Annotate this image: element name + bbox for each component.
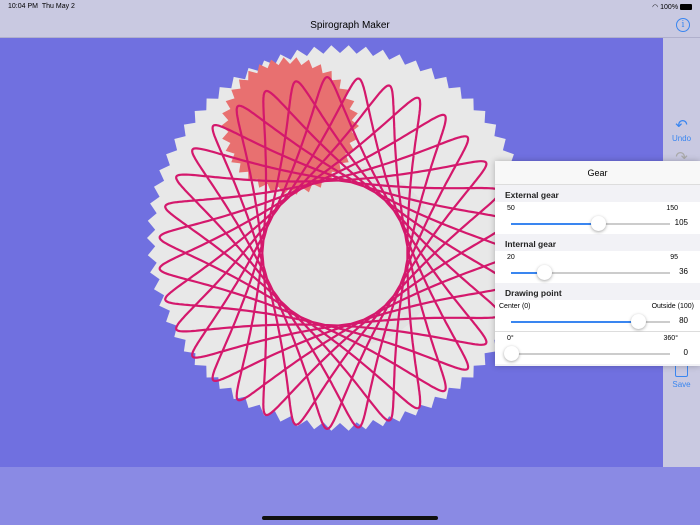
- home-indicator: [262, 516, 438, 520]
- min-label: 0°: [507, 335, 514, 342]
- battery-percent: 100%: [660, 4, 679, 11]
- slider-thumb[interactable]: [591, 216, 607, 231]
- value-label: 105: [674, 218, 688, 227]
- max-label: 150: [666, 205, 678, 212]
- drawing-point-slider[interactable]: Center (0) Outside (100) 80: [495, 300, 700, 332]
- external-gear-label: External gear: [505, 190, 559, 200]
- undo-button[interactable]: ↶ Undo: [663, 116, 700, 143]
- slider-thumb[interactable]: [537, 265, 553, 280]
- angle-slider[interactable]: 0° 360° 0: [495, 332, 700, 364]
- max-label: 95: [670, 254, 678, 261]
- nav-bar: Spirograph Maker i: [0, 12, 700, 38]
- date: Thu May 2: [41, 3, 75, 10]
- save-label: Save: [672, 380, 691, 389]
- internal-gear-label: Internal gear: [505, 239, 557, 249]
- status-bar: 10:04 PM Thu May 2 ◠ 100%: [0, 0, 700, 12]
- battery-icon: [680, 4, 692, 11]
- info-icon[interactable]: i: [676, 18, 690, 32]
- panel-title: Gear: [495, 161, 700, 185]
- value-label: 80: [679, 316, 688, 325]
- bottom-bar: [0, 467, 700, 525]
- internal-gear-slider[interactable]: 20 95 36: [495, 251, 700, 283]
- max-label: 360°: [663, 335, 678, 342]
- min-label: 20: [507, 254, 515, 261]
- slider-thumb[interactable]: [504, 346, 519, 361]
- save-button[interactable]: Save: [663, 364, 700, 389]
- max-label: Outside (100): [651, 303, 694, 310]
- wifi-icon: ◠: [652, 4, 659, 11]
- gear-panel: Gear External gear 50 150 105 Internal ge…: [495, 161, 700, 366]
- min-label: Center (0): [499, 303, 531, 310]
- slider-thumb[interactable]: [631, 314, 647, 329]
- time: 10:04 PM: [8, 3, 38, 10]
- value-label: 0: [683, 348, 688, 357]
- undo-icon: ↶: [675, 117, 688, 134]
- external-gear-slider[interactable]: 50 150 105: [495, 202, 700, 234]
- undo-label: Undo: [671, 134, 692, 143]
- page-title: Spirograph Maker: [310, 20, 390, 31]
- drawing-point-label: Drawing point: [505, 288, 562, 298]
- value-label: 36: [679, 267, 688, 276]
- min-label: 50: [507, 205, 515, 212]
